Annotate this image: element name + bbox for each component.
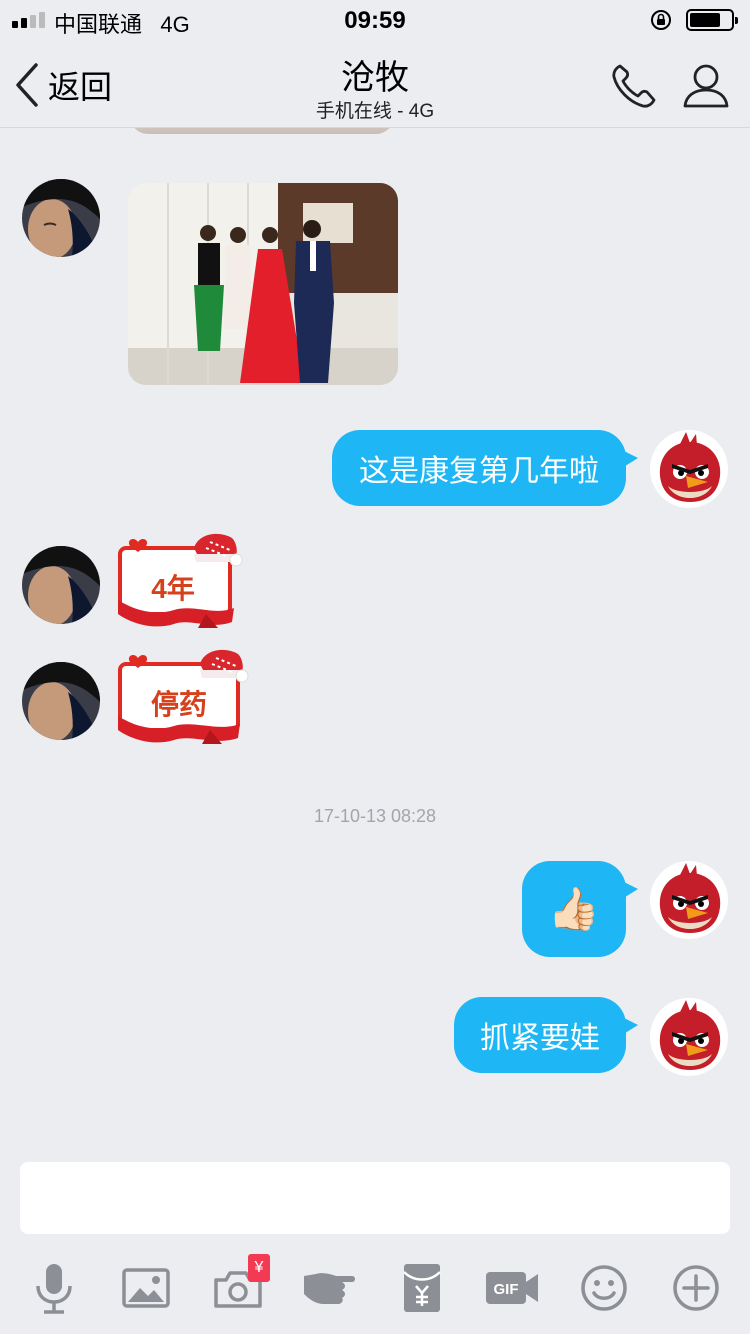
phone-icon[interactable] (608, 60, 660, 112)
red-packet-badge: ¥ (248, 1254, 270, 1282)
sticker-text: 停药 (150, 689, 207, 720)
message-input[interactable] (20, 1162, 730, 1234)
message-bubble[interactable]: 这是康复第几年啦 (332, 430, 638, 506)
profile-icon[interactable] (680, 60, 732, 112)
image-message[interactable] (128, 183, 398, 385)
emoji-icon[interactable] (576, 1260, 632, 1316)
contact-avatar[interactable] (22, 179, 100, 257)
my-avatar[interactable] (650, 430, 728, 508)
status-time: 09:59 (344, 7, 406, 34)
sticker-message[interactable]: 停药 (114, 646, 249, 746)
image-icon[interactable] (118, 1260, 174, 1316)
chat-header: 返回 沧牧 手机在线 - 4G (0, 40, 750, 128)
sticker-message[interactable]: 4年 (114, 530, 244, 630)
message-list[interactable]: 这是康复第几年啦 4年 停药 17-10-13 08:28 👍🏻 抓紧要娃 (0, 128, 750, 1148)
status-bar: 中国联通 4G 09:59 (0, 0, 750, 40)
thumbs-up-emoji: 👍🏻 (547, 884, 601, 932)
message-timestamp: 17-10-13 08:28 (313, 806, 437, 826)
message-text: 这是康复第几年啦 (359, 455, 599, 488)
contact-avatar[interactable] (22, 662, 100, 740)
my-avatar[interactable] (650, 861, 728, 939)
poke-icon[interactable] (302, 1260, 358, 1316)
microphone-icon[interactable] (26, 1260, 82, 1316)
gif-icon[interactable]: GIF (484, 1260, 540, 1316)
emoji-message-bubble[interactable]: 👍🏻 (522, 861, 638, 957)
contact-avatar[interactable] (22, 546, 100, 624)
rotation-lock-icon (651, 10, 671, 30)
message-bubble[interactable]: 抓紧要娃 (454, 997, 638, 1073)
my-avatar[interactable] (650, 998, 728, 1076)
battery-icon (686, 9, 738, 31)
svg-text:GIF: GIF (494, 1281, 519, 1298)
red-envelope-icon[interactable] (394, 1260, 450, 1316)
sticker-text: 4年 (151, 573, 195, 604)
message-text: 抓紧要娃 (480, 1022, 600, 1055)
camera-button[interactable]: ¥ (210, 1254, 270, 1316)
plus-icon[interactable] (668, 1260, 724, 1316)
input-toolbar: ¥ GIF (0, 1240, 750, 1334)
previous-image-message[interactable] (130, 128, 394, 134)
